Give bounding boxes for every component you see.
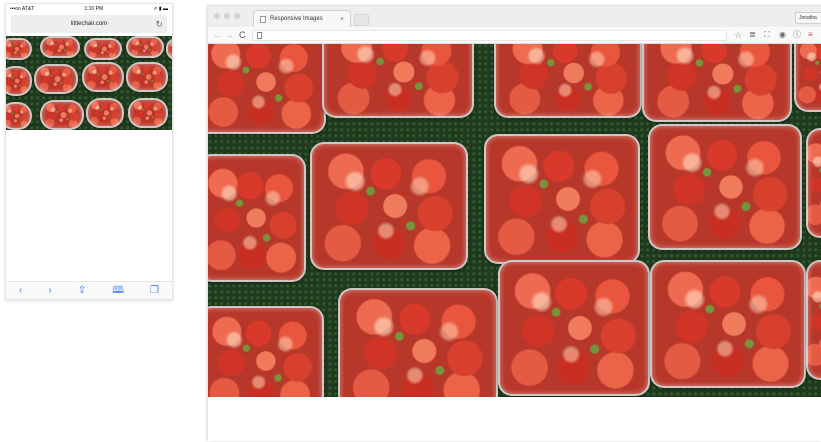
strawberry-tray <box>208 44 326 134</box>
strawberry-tray <box>40 36 80 58</box>
status-time: 1:10 PM <box>84 5 104 12</box>
close-window-button[interactable] <box>214 13 220 19</box>
url-text: littlechair.com <box>70 21 108 27</box>
info-extension-icon[interactable]: ⓘ <box>793 29 801 41</box>
bookmarks-icon[interactable]: 🕮 <box>112 285 124 296</box>
bookmark-star-icon[interactable]: ☆ <box>734 29 742 41</box>
profile-button[interactable]: Jonatha <box>795 12 821 24</box>
strawberry-tray <box>34 64 78 94</box>
mobile-browser-window: •••oo AT&T 1:10 PM ⇗ ▮ ▬ littlechair.com… <box>5 3 173 300</box>
strawberry-image <box>6 36 172 130</box>
page-info-icon <box>257 32 262 39</box>
strawberry-tray <box>40 100 84 130</box>
strawberry-tray <box>484 134 640 264</box>
share-icon[interactable]: ⇪ <box>78 285 86 296</box>
strawberry-tray <box>208 306 324 397</box>
strawberry-tray <box>208 154 306 282</box>
strawberry-tray <box>310 142 468 270</box>
strawberry-tray <box>126 36 164 58</box>
reload-icon[interactable]: ↻ <box>155 18 163 30</box>
strawberry-tray <box>650 260 806 388</box>
strawberry-tray <box>642 44 792 122</box>
strawberry-tray <box>6 102 32 130</box>
page-blank-area <box>208 397 821 441</box>
strawberry-tray <box>806 260 821 380</box>
strawberry-tray <box>794 44 821 112</box>
strawberry-tray <box>166 38 172 60</box>
strawberry-tray <box>128 98 168 128</box>
strawberry-tray <box>82 62 124 92</box>
maximize-window-button[interactable] <box>234 13 240 19</box>
address-bar[interactable]: littlechair.com ↻ <box>11 15 167 33</box>
tabs-icon[interactable]: ❐ <box>150 285 159 296</box>
battery-icon: ⇗ ▮ ▬ <box>153 5 168 12</box>
strawberry-tray <box>126 62 168 92</box>
strawberry-tray <box>6 38 32 60</box>
status-bar: •••oo AT&T 1:10 PM ⇗ ▮ ▬ <box>6 4 172 13</box>
mobile-toolbar: ‹ › ⇪ 🕮 ❐ <box>6 281 172 299</box>
strawberry-tray <box>322 44 474 118</box>
forward-arrow-icon[interactable]: → <box>225 29 234 41</box>
back-arrow-icon[interactable]: ← <box>213 29 222 41</box>
shield-extension-icon[interactable]: ◉ <box>779 29 786 41</box>
menu-icon[interactable]: ≡ <box>808 29 813 41</box>
address-bar[interactable] <box>252 30 727 41</box>
tab-title: Responsive Images <box>270 16 323 22</box>
strawberry-tray <box>84 38 122 60</box>
layers-extension-icon[interactable]: ≣ <box>749 29 756 41</box>
carrier-signal: •••oo AT&T <box>10 5 35 12</box>
forward-icon[interactable]: › <box>48 285 51 296</box>
strawberry-tray <box>338 288 498 397</box>
close-tab-icon[interactable]: × <box>340 16 344 23</box>
new-tab-button[interactable] <box>354 14 369 26</box>
strawberry-tray <box>6 66 32 96</box>
tab-responsive-images[interactable]: Responsive Images × <box>253 10 351 27</box>
tag-extension-icon[interactable]: ⛶ <box>764 29 770 41</box>
desktop-browser-window: Responsive Images × Jonatha ← → C ☆ ≣ ⛶ … <box>207 5 821 441</box>
strawberry-tray <box>498 260 650 396</box>
profile-name: Jonatha <box>799 15 817 21</box>
back-icon[interactable]: ‹ <box>19 285 22 296</box>
browser-toolbar: ← → C ☆ ≣ ⛶ ◉ ⓘ ≡ <box>208 27 821 44</box>
strawberry-image <box>208 44 821 397</box>
strawberry-tray <box>86 98 124 128</box>
window-controls <box>214 13 240 19</box>
tab-bar: Responsive Images × Jonatha <box>208 6 821 28</box>
page-icon <box>260 15 266 23</box>
minimize-window-button[interactable] <box>224 13 230 19</box>
reload-icon[interactable]: C <box>239 29 246 41</box>
strawberry-tray <box>806 128 821 238</box>
strawberry-tray <box>648 124 802 250</box>
strawberry-tray <box>494 44 642 118</box>
